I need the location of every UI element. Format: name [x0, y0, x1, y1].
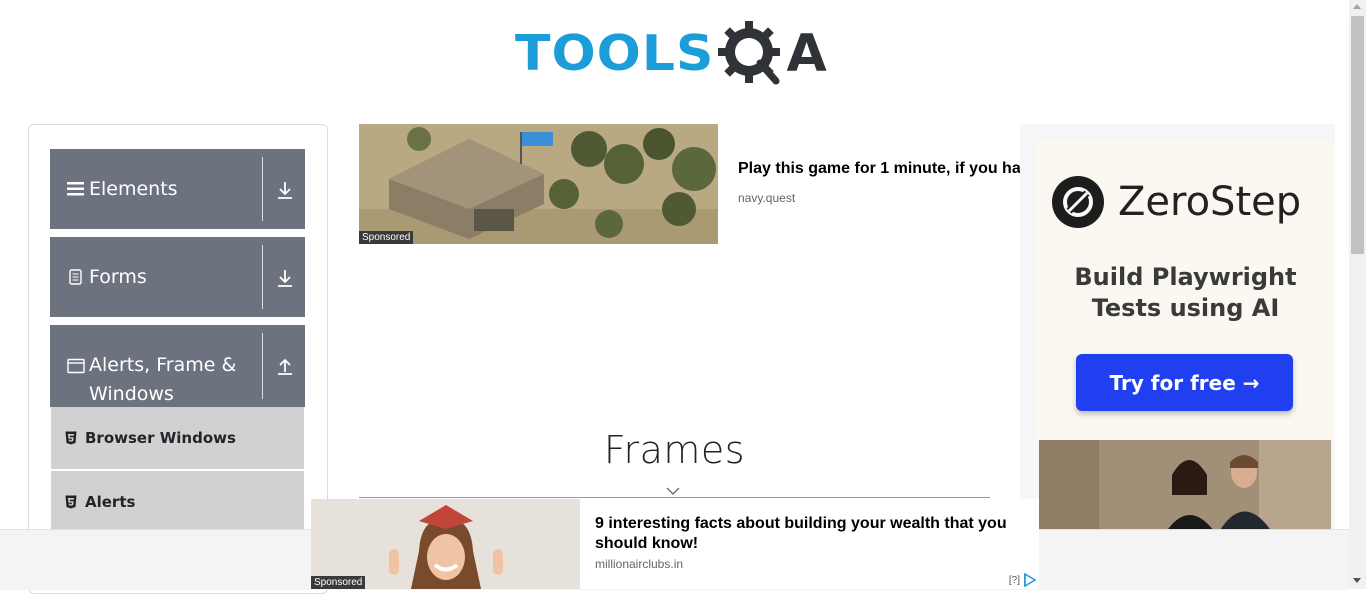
document-icon	[69, 269, 82, 285]
sidebar-group-label: Alerts, Frame & Windows	[89, 354, 237, 405]
headline-line: Build Playwright	[1074, 263, 1297, 291]
zerostep-brand: ZeroStep	[1118, 179, 1302, 225]
window-icon	[67, 358, 85, 374]
scrollbar[interactable]	[1349, 0, 1366, 589]
zerostep-logo-icon	[1052, 176, 1104, 228]
zerostep-banner: ZeroStep Build Playwright Tests using AI…	[1036, 140, 1335, 440]
scroll-up-arrow-icon[interactable]	[1353, 4, 1361, 9]
upload-arrow-icon[interactable]	[274, 355, 296, 377]
group-header: Alerts, Frame & Windows	[67, 351, 261, 409]
logo-text-tools: TOOLS	[515, 25, 715, 83]
ad-right-zerostep[interactable]: ZeroStep Build Playwright Tests using AI…	[1020, 124, 1335, 529]
ad-bottom-source[interactable]: millionairclubs.in	[595, 557, 683, 571]
html5-icon	[65, 495, 77, 509]
group-header: Elements	[67, 149, 261, 229]
sidebar-group-alerts-frame-windows[interactable]: Alerts, Frame & Windows	[50, 325, 305, 407]
gear-magnifier-icon	[718, 21, 781, 85]
sidebar: Elements Forms Alerts, Frame & Windows B…	[28, 124, 328, 594]
ad-bottom[interactable]: Sponsored 9 interesting facts about buil…	[311, 499, 1039, 589]
hamburger-icon	[67, 182, 84, 196]
ad-photo-couple	[1039, 440, 1331, 529]
scroll-thumb[interactable]	[1351, 16, 1364, 254]
divider	[262, 245, 263, 309]
sidebar-item-alerts[interactable]: Alerts	[51, 471, 304, 533]
sidebar-group-elements[interactable]: Elements	[50, 149, 305, 229]
adchoices-label: [?]	[1008, 574, 1020, 586]
html5-icon	[65, 431, 77, 445]
adchoices[interactable]: [?]	[1009, 573, 1037, 587]
group-header: Forms	[67, 237, 261, 317]
download-arrow-icon[interactable]	[274, 267, 296, 289]
sidebar-group-forms[interactable]: Forms	[50, 237, 305, 317]
ad-top-image[interactable]: Sponsored	[359, 124, 718, 244]
chevron-down-icon	[666, 487, 680, 495]
adchoices-icon	[1024, 573, 1037, 587]
ad-bottom-image[interactable]: Sponsored	[311, 499, 580, 589]
try-for-free-button[interactable]: Try for free →	[1076, 354, 1293, 411]
sidebar-item-label: Browser Windows	[85, 429, 236, 447]
headline-line: Tests using AI	[1091, 294, 1280, 322]
ad-top-title[interactable]: Play this game for 1 minute, if you ha	[738, 160, 1020, 178]
ad-top-source[interactable]: navy.quest	[738, 191, 795, 205]
sponsored-label: Sponsored	[311, 576, 366, 589]
logo-text-a: A	[786, 24, 827, 84]
download-arrow-icon[interactable]	[274, 179, 296, 201]
sidebar-item-browser-windows[interactable]: Browser Windows	[51, 407, 304, 469]
divider	[262, 333, 263, 399]
sponsored-label: Sponsored	[359, 231, 414, 244]
site-logo[interactable]: TOOLS A	[515, 16, 827, 92]
sidebar-group-label: Elements	[89, 178, 178, 200]
ad-bottom-title[interactable]: 9 interesting facts about building your …	[595, 514, 1025, 554]
game-screenshot-image	[359, 124, 718, 244]
scroll-down-arrow-icon[interactable]	[1353, 578, 1361, 583]
title-underline	[359, 497, 990, 498]
page-title: Frames	[603, 428, 746, 472]
sidebar-item-label: Alerts	[85, 493, 136, 511]
zerostep-headline: Build Playwright Tests using AI	[1036, 262, 1335, 324]
sidebar-group-label: Forms	[89, 266, 147, 288]
divider	[262, 157, 263, 221]
zerostep-logo: ZeroStep	[1052, 176, 1301, 228]
